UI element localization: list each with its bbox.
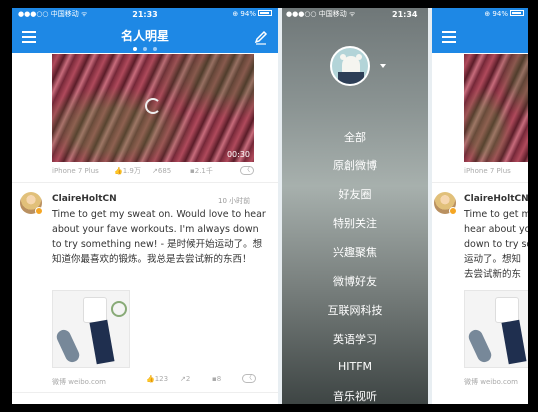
more-options-button[interactable]: 〈 (240, 166, 254, 175)
battery-text: ⊕ 94% (484, 10, 508, 18)
menu-item-music[interactable]: 音乐视听 (282, 388, 428, 404)
video-duration: 00:30 (226, 150, 250, 159)
repost-count: 2 (185, 375, 191, 383)
post-image[interactable] (52, 290, 130, 368)
menu-item-friends-circle[interactable]: 好友圈 (282, 186, 428, 202)
screenshot-frame: ●●●○○ 中国移动 ᯤ 21:33 ⊕ 94% 名人明星 00:30 iPho… (0, 0, 538, 412)
menu-icon[interactable] (442, 31, 456, 43)
divider (432, 182, 528, 183)
divider (12, 182, 278, 183)
battery-indicator: ⊕ 94% (484, 8, 524, 21)
group-sidebar-screen: ●●●○○ 中国移动 ᯤ 21:34 全部 原創微博 好友圈 特别关注 兴趣聚焦… (282, 8, 428, 404)
post-line: hear about your (464, 224, 528, 235)
menu-item-weibo-friends[interactable]: 微博好友 (282, 273, 428, 289)
menu-item-hitfm[interactable]: HITFM (282, 360, 428, 373)
video-thumbnail[interactable]: 00:30 (52, 54, 254, 162)
post-timestamp: 10 小时前 (218, 197, 251, 205)
post-actions-row: iPhone 7 Plus (464, 164, 528, 178)
like-button[interactable]: 👍 123 (146, 372, 168, 386)
menu-item-special-follow[interactable]: 特别关注 (282, 215, 428, 231)
status-bar: ●●●○○ 中国移动 ᯤ 21:33 ⊕ 94% (12, 8, 278, 21)
loading-spinner-icon (145, 98, 161, 114)
divider (12, 392, 278, 393)
post-actions-row: 👍 123 ↗ 2 ▪ 8 〈 (52, 372, 262, 386)
feed-screen-left: ●●●○○ 中国移动 ᯤ 21:33 ⊕ 94% 名人明星 00:30 iPho… (12, 8, 278, 404)
like-button[interactable]: 👍 1.9万 (114, 164, 141, 178)
post-image[interactable] (464, 290, 528, 368)
page-dot-active (133, 47, 137, 51)
page-dot (153, 47, 157, 51)
post-line: down to try so (464, 239, 528, 250)
post-username[interactable]: ClaireHoltCN (52, 194, 117, 204)
comment-button[interactable]: ▪ 8 (212, 372, 221, 386)
menu-item-all[interactable]: 全部 (282, 129, 428, 145)
device-label: iPhone 7 Plus (464, 167, 511, 175)
menu-item-original[interactable]: 原創微博 (282, 157, 428, 173)
like-count: 123 (154, 375, 169, 383)
video-thumbnail[interactable] (464, 54, 528, 162)
more-options-button[interactable]: 〈 (242, 374, 256, 383)
post-body[interactable]: Time to get my sweat on. Would love to h… (52, 207, 270, 267)
post-actions-row: iPhone 7 Plus 👍 1.9万 ↗ 685 ▪ 2.1千 〈 (52, 164, 262, 178)
page-dot (143, 47, 147, 51)
repost-count: 685 (157, 167, 172, 175)
battery-icon (258, 10, 272, 16)
nav-bar: 名人明星 (12, 21, 278, 53)
comment-count: 2.1千 (194, 167, 213, 175)
avatar[interactable] (330, 46, 370, 86)
like-count: 1.9万 (122, 167, 141, 175)
verified-badge-icon (35, 207, 43, 215)
screens-container: ●●●○○ 中国移动 ᯤ 21:33 ⊕ 94% 名人明星 00:30 iPho… (12, 8, 528, 404)
post-line: 运动了。想知 (464, 254, 522, 265)
menu-item-internet-tech[interactable]: 互联网科技 (282, 302, 428, 318)
page-indicator (12, 47, 278, 51)
feed-screen-right: ⊕ 94% iPhone 7 Plus ClaireHoltCN Time to… (432, 8, 528, 404)
repost-button[interactable]: ↗ 2 (180, 372, 190, 386)
compose-pencil-icon[interactable] (254, 29, 268, 45)
post-username[interactable]: ClaireHoltCN (464, 194, 528, 204)
battery-text: ⊕ 94% (232, 10, 256, 18)
nav-title[interactable]: 名人明星 (12, 27, 278, 44)
battery-icon (510, 10, 524, 16)
chevron-down-icon[interactable] (380, 64, 386, 68)
device-label: iPhone 7 Plus (52, 167, 99, 175)
menu-item-english[interactable]: 英语学习 (282, 331, 428, 347)
comment-button[interactable]: ▪ 2.1千 (190, 164, 213, 178)
repost-button[interactable]: ↗ 685 (152, 164, 171, 178)
battery-indicator: ⊕ 94% (232, 8, 272, 21)
post-body[interactable]: Time to get my hear about your down to t… (464, 207, 528, 282)
status-bar: ⊕ 94% (432, 8, 528, 21)
verified-badge-icon (449, 207, 457, 215)
menu-item-interest[interactable]: 兴趣聚焦 (282, 244, 428, 260)
post-source: 微博 weibo.com (464, 378, 518, 386)
post-line: Time to get my (464, 209, 528, 220)
comment-count: 8 (216, 375, 222, 383)
post-line: 去尝试新的东 (464, 269, 522, 280)
nav-bar (432, 21, 528, 53)
